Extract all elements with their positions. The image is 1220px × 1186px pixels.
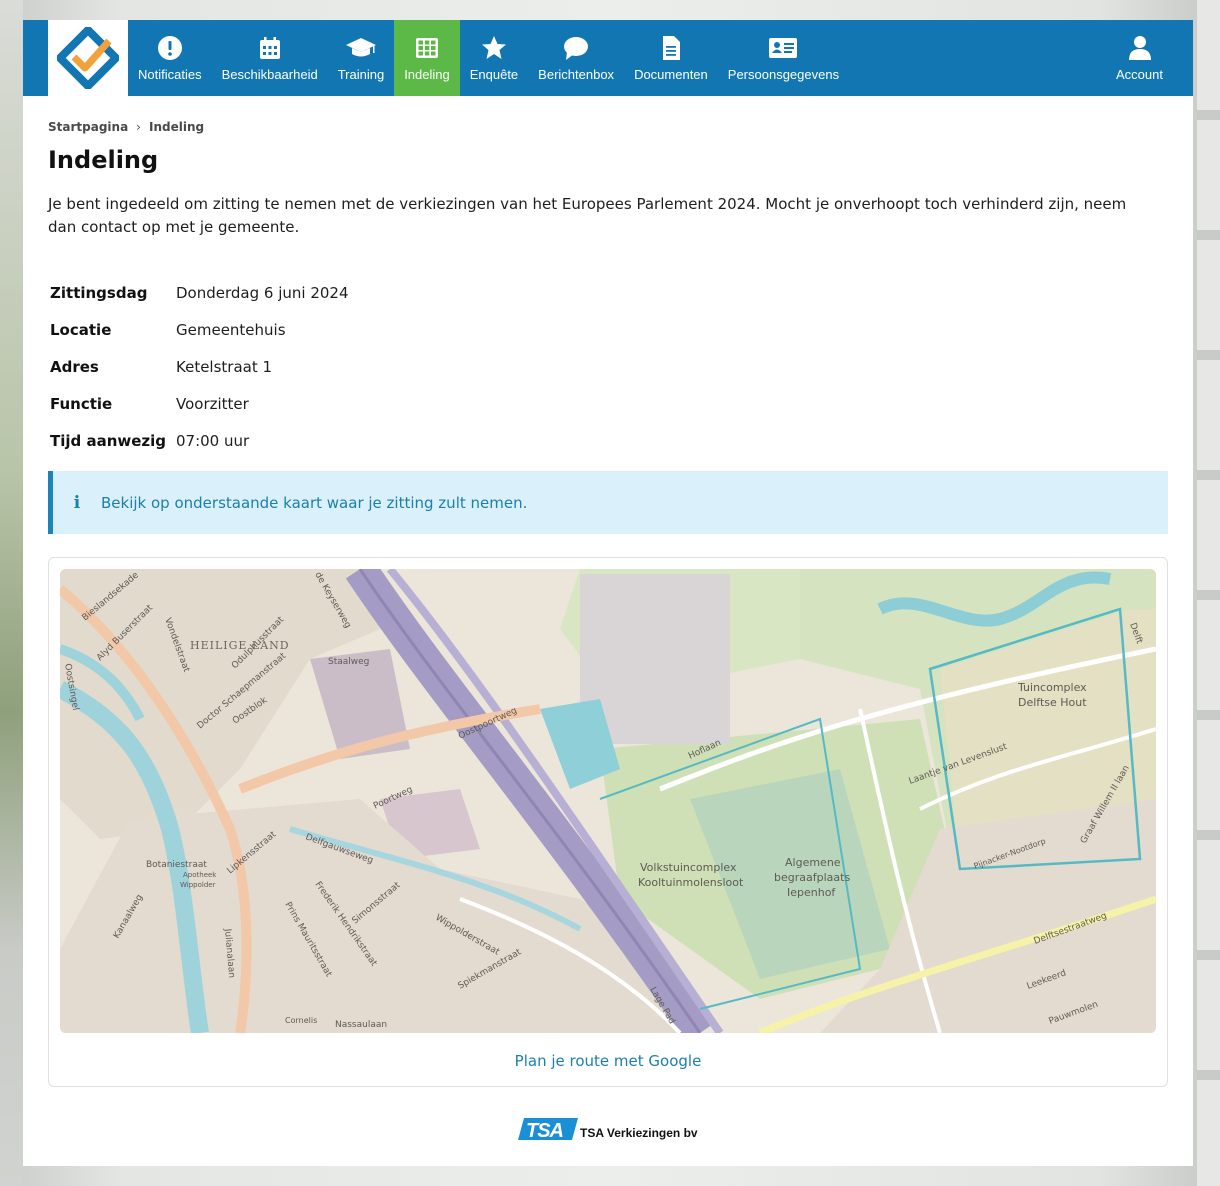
map-label: Kooltuinmolensloot bbox=[638, 876, 744, 889]
details-row: Adres Ketelstraat 1 bbox=[50, 348, 349, 385]
detail-key: Tijd aanwezig bbox=[50, 431, 167, 450]
detail-value: Voorzitter bbox=[176, 394, 249, 413]
map-label: Volkstuincomplex bbox=[640, 861, 737, 874]
nav-item-berichtenbox[interactable]: Berichtenbox bbox=[528, 20, 624, 96]
breadcrumb: Startpagina › Indeling bbox=[48, 120, 204, 134]
nav-item-training[interactable]: Training bbox=[328, 20, 394, 96]
exclamation-circle-icon bbox=[157, 35, 182, 60]
document-icon bbox=[662, 35, 680, 60]
nav-item-indeling[interactable]: Indeling bbox=[394, 20, 460, 96]
map-label: HEILIGE LAND bbox=[190, 639, 290, 652]
chevron-right-icon: › bbox=[136, 120, 141, 134]
site-logo[interactable] bbox=[48, 20, 128, 96]
breadcrumb-home-link[interactable]: Startpagina bbox=[48, 120, 128, 134]
info-icon: i bbox=[73, 492, 81, 513]
map-label: Apotheek bbox=[183, 871, 217, 879]
detail-key: Adres bbox=[50, 357, 99, 376]
chat-bubble-icon bbox=[564, 36, 589, 60]
grid-icon bbox=[415, 37, 438, 58]
footer-brand-text: TSA Verkiezingen bv bbox=[580, 1126, 698, 1140]
footer-brand: TSA TSA Verkiezingen bv bbox=[518, 1116, 698, 1142]
nav-item-persoonsgegevens[interactable]: Persoonsgegevens bbox=[718, 20, 849, 96]
map-label: Algemene bbox=[785, 856, 841, 869]
nav-item-enquete[interactable]: Enquête bbox=[460, 20, 528, 96]
nav-label: Indeling bbox=[404, 66, 450, 82]
map-label: begraafplaats bbox=[774, 871, 850, 884]
tsa-logo-icon: TSA bbox=[518, 1118, 578, 1142]
map-card: HEILIGE LAND Bieslandsekade Alyd Buserst… bbox=[48, 557, 1168, 1087]
map-label: Nassaulaan bbox=[335, 1020, 387, 1030]
map-canvas[interactable]: HEILIGE LAND Bieslandsekade Alyd Buserst… bbox=[60, 569, 1156, 1033]
nav-label: Enquête bbox=[469, 66, 519, 82]
nav-item-documenten[interactable]: Documenten bbox=[624, 20, 718, 96]
assignment-details: Zittingsdag Donderdag 6 juni 2024 Locati… bbox=[50, 274, 349, 459]
details-row: Tijd aanwezig 07:00 uur bbox=[50, 422, 349, 459]
nav-label: Beschikbaarheid bbox=[221, 66, 318, 82]
star-icon bbox=[481, 35, 506, 59]
map-label: Wippolder bbox=[180, 881, 216, 889]
details-row: Zittingsdag Donderdag 6 juni 2024 bbox=[50, 274, 349, 311]
checkmark-diamond-logo-icon bbox=[57, 27, 119, 89]
details-row: Locatie Gemeentehuis bbox=[50, 311, 349, 348]
location-map[interactable]: HEILIGE LAND Bieslandsekade Alyd Buserst… bbox=[60, 569, 1156, 1033]
info-alert: i Bekijk op onderstaande kaart waar je z… bbox=[48, 471, 1168, 534]
map-label: Botaniestraat bbox=[146, 860, 207, 870]
map-label: Cornelis bbox=[285, 1016, 317, 1025]
nav-items: Notificaties Beschikbaarheid Training In… bbox=[128, 20, 849, 96]
page-title: Indeling bbox=[48, 146, 159, 174]
map-label: Staalweg bbox=[328, 657, 369, 667]
calendar-icon bbox=[259, 36, 280, 59]
nav-label: Training bbox=[337, 66, 385, 82]
detail-key: Zittingsdag bbox=[50, 283, 148, 302]
detail-key: Locatie bbox=[50, 320, 112, 339]
nav-item-beschikbaarheid[interactable]: Beschikbaarheid bbox=[212, 20, 328, 96]
background-right bbox=[1197, 0, 1220, 1186]
nav-item-account[interactable]: Account bbox=[1106, 20, 1173, 96]
detail-value: 07:00 uur bbox=[176, 431, 250, 450]
detail-value: Gemeentehuis bbox=[176, 320, 286, 339]
map-label: Delftse Hout bbox=[1018, 696, 1087, 709]
nav-label: Persoonsgegevens bbox=[727, 66, 840, 82]
detail-value: Ketelstraat 1 bbox=[176, 357, 273, 376]
details-row: Functie Voorzitter bbox=[50, 385, 349, 422]
nav-label: Account bbox=[1116, 66, 1163, 82]
id-card-icon bbox=[769, 37, 798, 58]
page-container: Notificaties Beschikbaarheid Training In… bbox=[23, 20, 1193, 1166]
breadcrumb-current: Indeling bbox=[148, 120, 205, 134]
detail-value: Donderdag 6 juni 2024 bbox=[176, 283, 349, 302]
nav-item-notificaties[interactable]: Notificaties bbox=[128, 20, 212, 96]
nav-label: Documenten bbox=[634, 66, 708, 82]
map-label: Tuincomplex bbox=[1017, 681, 1087, 694]
nav-label: Berichtenbox bbox=[538, 66, 615, 82]
user-icon bbox=[1128, 35, 1151, 60]
nav-label: Notificaties bbox=[138, 66, 202, 82]
detail-key: Functie bbox=[50, 394, 113, 413]
background-left bbox=[0, 0, 23, 1186]
top-navigation: Notificaties Beschikbaarheid Training In… bbox=[23, 20, 1193, 96]
intro-text: Je bent ingedeeld om zitting te nemen me… bbox=[48, 195, 1127, 236]
alert-text: Bekijk op onderstaande kaart waar je zit… bbox=[101, 493, 528, 512]
graduation-cap-icon bbox=[345, 37, 376, 56]
tsa-logo-text: TSA bbox=[526, 1120, 563, 1142]
plan-route-link[interactable]: Plan je route met Google bbox=[49, 1052, 1167, 1070]
map-label: Iepenhof bbox=[787, 886, 836, 899]
